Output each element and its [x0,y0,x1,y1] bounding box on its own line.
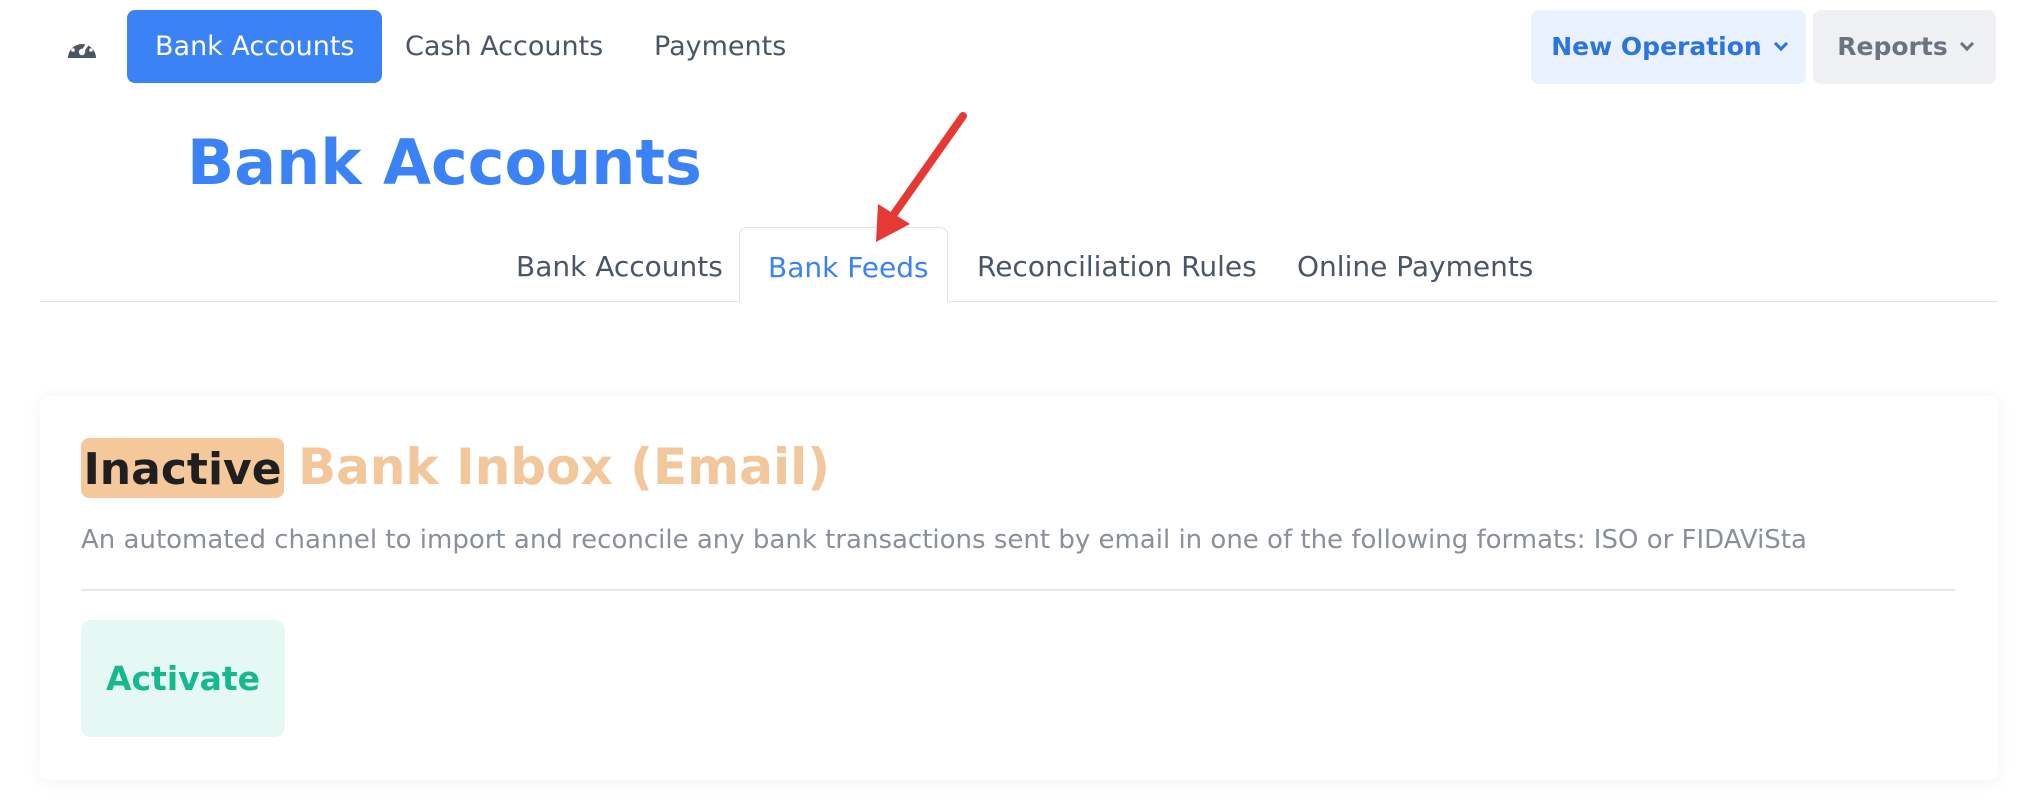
chevron-down-icon [1959,36,1974,52]
reports-label: Reports [1837,32,1948,61]
chevron-down-icon [1773,36,1788,52]
tab-reconciliation-rules[interactable]: Reconciliation Rules [977,227,1257,302]
page-title: Bank Accounts [187,126,702,199]
new-operation-button[interactable]: New Operation [1531,10,1806,84]
speedometer-icon[interactable] [64,32,100,62]
card-divider [81,589,1955,591]
nav-bank-accounts[interactable]: Bank Accounts [127,10,383,83]
tab-bank-accounts[interactable]: Bank Accounts [516,227,723,302]
nav-cash-accounts[interactable]: Cash Accounts [377,10,631,83]
new-operation-label: New Operation [1551,32,1762,61]
feed-title: Bank Inbox (Email) [298,438,831,496]
activate-button[interactable]: Activate [81,620,285,737]
annotation-arrow-icon [876,112,967,242]
top-navigation: Bank Accounts Cash Accounts Payments New… [0,0,2029,100]
status-badge: Inactive [81,438,284,498]
reports-button[interactable]: Reports [1813,10,1996,84]
feed-description: An automated channel to import and recon… [81,525,1807,555]
nav-payments[interactable]: Payments [626,10,814,83]
tab-online-payments[interactable]: Online Payments [1297,227,1533,302]
